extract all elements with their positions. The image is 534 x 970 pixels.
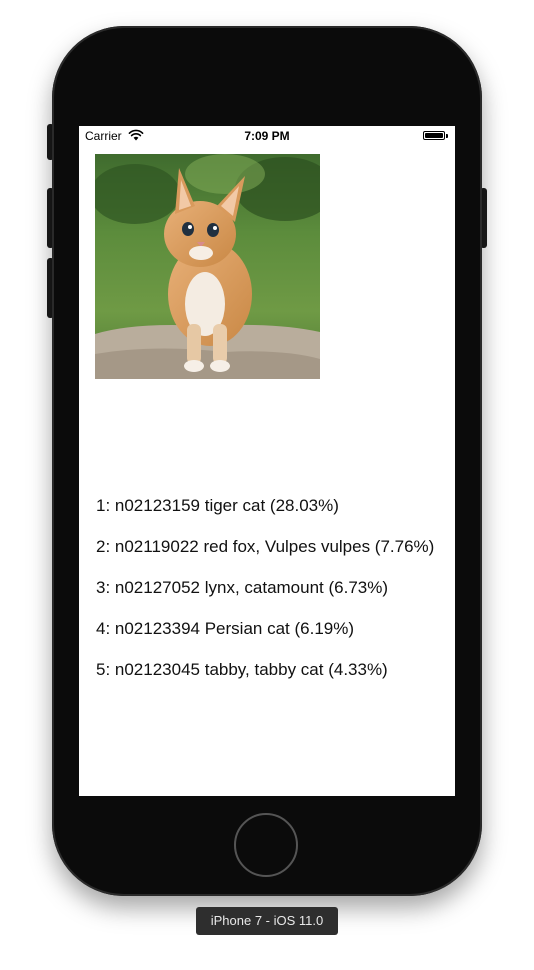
prediction-result-1: 1: n02123159 tiger cat (28.03%) [96,496,339,515]
prediction-result-4: 4: n02123394 Persian cat (6.19%) [96,619,355,638]
prediction-result-2: 2: n02119022 red fox, Vulpes vulpes (7.7… [96,537,435,556]
kitten-image-illustration [95,154,320,379]
device-model-label: iPhone 7 - iOS 11.0 [196,907,338,935]
battery-tip [446,134,448,138]
battery-level-fill [425,133,443,138]
prediction-result-5: 5: n02123045 tabby, tabby cat (4.33%) [96,660,388,679]
home-button-icon[interactable] [234,813,298,877]
battery-icon [423,131,448,140]
status-bar: Carrier 7:09 PM [79,126,455,146]
simulator-window: Carrier 7:09 PM 1: n02123159 tiger cat (… [0,0,534,970]
prediction-results-list: 1: n02123159 tiger cat (28.03%) 2: n0211… [96,496,446,701]
kitten-photo [95,154,320,379]
prediction-result-3: 3: n02127052 lynx, catamount (6.73%) [96,578,389,597]
status-time: 7:09 PM [244,129,290,143]
app-screen: Carrier 7:09 PM 1: n02123159 tiger cat (… [79,126,455,796]
